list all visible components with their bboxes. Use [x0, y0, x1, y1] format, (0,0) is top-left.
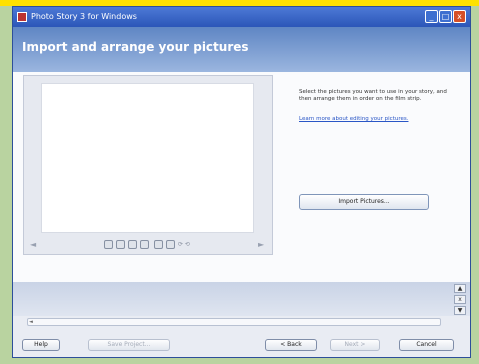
edit-icon[interactable] [166, 240, 175, 249]
save-project-button[interactable]: Save Project... [88, 339, 170, 351]
film-strip[interactable]: ▲ x ▼ [13, 282, 470, 316]
close-button[interactable]: x [453, 10, 466, 23]
app-window: Photo Story 3 for Windows _ □ x Import a… [12, 6, 471, 358]
preview-toolbar: ◄ ⟳ ⟲ ► [26, 238, 270, 252]
picture-preview-area [41, 83, 254, 233]
footer-buttons: Help Save Project... < Back Next > Cance… [13, 329, 470, 357]
rotate-right-icon[interactable] [128, 240, 137, 249]
help-button[interactable]: Help [22, 339, 60, 351]
previous-picture-icon[interactable]: ◄ [30, 238, 36, 252]
next-button[interactable]: Next > [330, 339, 380, 351]
back-button[interactable]: < Back [265, 339, 317, 351]
next-picture-icon[interactable]: ► [258, 238, 264, 252]
page-header: Import and arrange your pictures [13, 27, 470, 72]
move-right-button[interactable]: ▼ [454, 306, 466, 315]
rotate-left-icon[interactable] [116, 240, 125, 249]
import-pictures-button[interactable]: Import Pictures... [299, 194, 429, 210]
filmstrip-scrollbar[interactable]: ◄ [27, 318, 441, 326]
main-content: ◄ ⟳ ⟲ ► Select the pictures you want to … [13, 72, 470, 282]
move-left-button[interactable]: ▲ [454, 284, 466, 293]
page-title: Import and arrange your pictures [22, 40, 249, 54]
color-correct-icon[interactable] [154, 240, 163, 249]
remove-picture-button[interactable]: x [454, 295, 466, 304]
title-bar: Photo Story 3 for Windows _ □ x [13, 7, 470, 27]
preview-tool-label: ⟳ ⟲ [178, 241, 190, 248]
minimize-button[interactable]: _ [425, 10, 438, 23]
instructions-text: Select the pictures you want to use in y… [299, 89, 447, 102]
cancel-button[interactable]: Cancel [399, 339, 454, 351]
red-eye-icon[interactable] [140, 240, 149, 249]
learn-more-link[interactable]: Learn more about editing your pictures. [299, 116, 408, 122]
picture-preview-panel: ◄ ⟳ ⟲ ► [23, 75, 273, 255]
window-title: Photo Story 3 for Windows [31, 12, 137, 21]
crop-icon[interactable] [104, 240, 113, 249]
app-icon [17, 12, 27, 22]
maximize-button[interactable]: □ [439, 10, 452, 23]
scroll-left-icon[interactable]: ◄ [29, 319, 33, 325]
